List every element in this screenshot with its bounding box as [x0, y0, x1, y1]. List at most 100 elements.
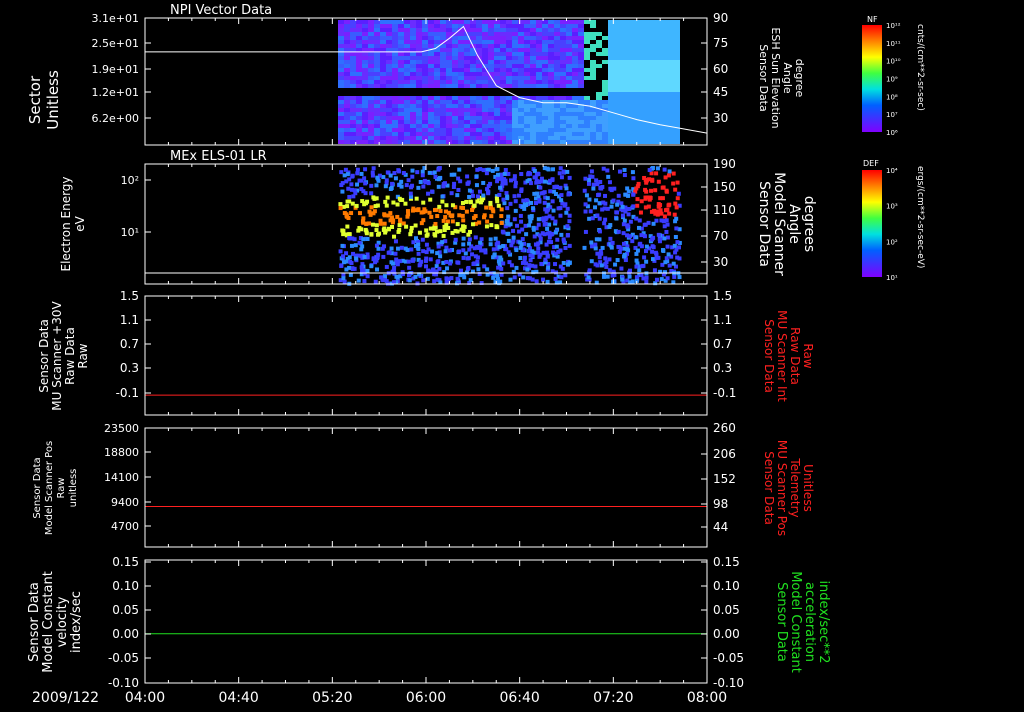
- heat-cell: [524, 132, 530, 136]
- heat-cell: [620, 120, 626, 124]
- heat-cell: [512, 176, 517, 181]
- heat-cell: [424, 242, 429, 247]
- heat-cell: [338, 136, 344, 140]
- heat-cell: [440, 80, 446, 84]
- heat-cell: [547, 214, 552, 219]
- heat-cell: [518, 256, 523, 261]
- heat-cell: [460, 213, 465, 218]
- heat-cell: [530, 120, 536, 124]
- heat-cell: [524, 64, 530, 68]
- heat-cell: [626, 124, 632, 128]
- heat-cell: [489, 223, 494, 228]
- heat-cell: [452, 124, 458, 128]
- heat-cell: [422, 44, 428, 48]
- heat-cell: [386, 84, 392, 88]
- heat-cell: [386, 136, 392, 140]
- heat-cell: [500, 140, 506, 144]
- heat-cell: [440, 36, 446, 40]
- heat-cell: [398, 24, 404, 28]
- heat-cell: [634, 235, 639, 240]
- heat-cell: [387, 250, 392, 255]
- heat-cell: [560, 132, 566, 136]
- time-tick-label: 04:40: [218, 690, 258, 706]
- heat-cell: [482, 104, 488, 108]
- heat-cell: [482, 124, 488, 128]
- heat-cell: [590, 124, 596, 128]
- heat-cell: [380, 128, 386, 132]
- heat-cell: [656, 84, 662, 88]
- heat-cell: [398, 80, 404, 84]
- heat-cell: [512, 217, 517, 222]
- heat-cell: [359, 227, 364, 232]
- heat-cell: [530, 80, 536, 84]
- heat-cell: [404, 56, 410, 60]
- heat-cell: [518, 48, 524, 52]
- heat-cell: [374, 72, 380, 76]
- heat-cell: [498, 185, 503, 190]
- heat-cell: [608, 132, 614, 136]
- heat-cell: [632, 120, 638, 124]
- heat-cell: [545, 250, 550, 255]
- heat-cell: [346, 186, 351, 191]
- heat-cell: [440, 92, 446, 96]
- heat-cell: [608, 56, 614, 60]
- heat-cell: [380, 120, 386, 124]
- heat-cell: [614, 36, 620, 40]
- heat-cell: [584, 136, 590, 140]
- heat-cell: [674, 216, 679, 221]
- panel-5-rlabel-1: Sensor Data: [774, 582, 789, 662]
- heat-cell: [546, 265, 551, 270]
- heat-cell: [426, 268, 431, 273]
- heat-cell: [344, 68, 350, 72]
- heat-cell: [347, 232, 352, 237]
- heat-cell: [506, 28, 512, 32]
- heat-cell: [530, 254, 535, 259]
- heat-cell: [356, 44, 362, 48]
- heat-cell: [668, 80, 674, 84]
- heat-cell: [530, 68, 536, 72]
- heat-cell: [416, 88, 422, 92]
- heat-cell: [512, 116, 518, 120]
- heat-cell: [524, 40, 530, 44]
- heat-cell: [530, 92, 536, 96]
- heat-cell: [624, 247, 629, 252]
- heat-cell: [554, 136, 560, 140]
- heat-cell: [639, 233, 644, 238]
- heat-cell: [584, 112, 590, 116]
- heat-cell: [338, 60, 344, 64]
- heat-cell: [356, 72, 362, 76]
- heat-cell: [533, 201, 538, 206]
- heat-cell: [677, 245, 682, 250]
- heat-cell: [653, 281, 658, 286]
- heat-cell: [365, 236, 370, 241]
- heat-cell: [422, 40, 428, 44]
- heat-cell: [674, 28, 680, 32]
- heat-cell: [476, 32, 482, 36]
- colorbar-tick-label: 10³: [886, 203, 898, 211]
- heat-cell: [422, 124, 428, 128]
- heat-cell: [668, 44, 674, 48]
- heat-cell: [658, 208, 663, 213]
- heat-cell: [600, 207, 605, 212]
- heat-cell: [406, 273, 411, 278]
- heat-cell: [386, 128, 392, 132]
- heat-cell: [362, 140, 368, 144]
- heat-cell: [567, 243, 572, 248]
- heat-cell: [404, 68, 410, 72]
- heat-cell: [386, 96, 392, 100]
- heat-cell: [424, 250, 429, 255]
- heat-cell: [512, 60, 518, 64]
- heat-cell: [566, 116, 572, 120]
- heat-cell: [650, 80, 656, 84]
- heat-cell: [668, 92, 674, 96]
- heat-cell: [344, 100, 350, 104]
- heat-cell: [434, 76, 440, 80]
- heat-cell: [485, 187, 490, 192]
- time-tick-label: 06:00: [406, 690, 446, 706]
- heat-cell: [500, 124, 506, 128]
- heat-cell: [501, 243, 506, 248]
- heat-cell: [410, 24, 416, 28]
- heat-cell: [399, 184, 404, 189]
- heat-cell: [586, 178, 591, 183]
- heat-cell: [446, 96, 452, 100]
